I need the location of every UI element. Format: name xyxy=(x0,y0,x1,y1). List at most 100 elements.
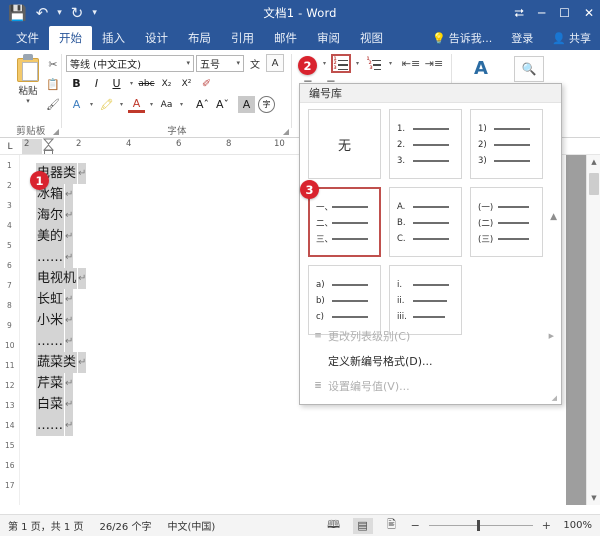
multilevel-list-chevron-down-icon[interactable]: ▾ xyxy=(387,60,394,67)
tab-stop-selector[interactable]: L xyxy=(0,138,20,155)
word-count-label[interactable]: 26/26 个字 xyxy=(99,518,151,533)
sign-in-button[interactable]: 登录 xyxy=(506,26,538,50)
numbering-upper-alpha-cell[interactable]: A. B. C. xyxy=(389,187,462,257)
paste-dropdown-arrow[interactable]: ▾ xyxy=(8,97,48,105)
tab-view[interactable]: 视图 xyxy=(350,26,393,50)
tab-references[interactable]: 引用 xyxy=(221,26,264,50)
define-new-number-format-item[interactable]: 定义新编号格式(D)... xyxy=(300,348,563,373)
font-color-chevron-down-icon[interactable]: ▾ xyxy=(148,101,155,108)
tab-mailings[interactable]: 邮件 xyxy=(264,26,307,50)
bold-button[interactable]: B xyxy=(68,75,85,92)
numbering-library-dropdown[interactable]: 编号库 无 1. 2. 3. 1) 2) 3) xyxy=(299,83,562,405)
zoom-level-label[interactable]: 100% xyxy=(560,520,592,531)
text-effects-chevron-down-icon[interactable]: ▾ xyxy=(88,101,95,108)
clipboard-dialog-launcher[interactable]: ◢ xyxy=(53,127,59,136)
superscript-button[interactable]: X² xyxy=(178,75,195,92)
zoom-slider-thumb[interactable] xyxy=(477,520,480,531)
phonetic-guide-icon[interactable]: 文 xyxy=(246,54,264,72)
cut-icon[interactable]: ✂ xyxy=(44,54,62,74)
change-list-level-item[interactable]: ≡ 更改列表级别(C) ▶ xyxy=(300,323,563,348)
tab-review[interactable]: 审阅 xyxy=(307,26,350,50)
zoom-out-button[interactable]: − xyxy=(411,519,420,532)
document-line[interactable]: ……↵ xyxy=(36,247,86,268)
font-dialog-launcher[interactable]: ◢ xyxy=(283,127,289,136)
document-line[interactable]: ……↵ xyxy=(36,331,86,352)
indent-markers[interactable] xyxy=(43,138,52,155)
numbering-arabic-paren-cell[interactable]: 1) 2) 3) xyxy=(470,109,543,179)
italic-button[interactable]: I xyxy=(88,75,105,92)
text-highlight-chevron-down-icon[interactable]: ▾ xyxy=(118,101,125,108)
tab-insert[interactable]: 插入 xyxy=(92,26,135,50)
document-text-block[interactable]: 电器类↵ 冰箱↵ 海尔↵ 美的↵ ……↵ 电视机↵ 长虹↵ 小米↵ ……↵ 蔬菜… xyxy=(36,163,86,436)
strikethrough-button[interactable]: abc xyxy=(138,75,155,92)
document-line[interactable]: 蔬菜类↵ xyxy=(36,352,86,373)
underline-button[interactable]: U xyxy=(108,75,125,92)
scroll-up-icon[interactable]: ▲ xyxy=(587,155,600,169)
tab-layout[interactable]: 布局 xyxy=(178,26,221,50)
font-size-chevron-down-icon[interactable]: ▾ xyxy=(236,59,240,67)
grow-font-icon[interactable]: Aˆ xyxy=(194,96,211,113)
tell-me-box[interactable]: 💡 告诉我... xyxy=(427,26,497,50)
set-numbering-value-item[interactable]: ≣ 设置编号值(V)... xyxy=(300,373,563,398)
shrink-font-icon[interactable]: Aˇ xyxy=(214,96,231,113)
tab-home[interactable]: 开始 xyxy=(49,26,92,50)
increase-indent-button[interactable]: ⇥≡ xyxy=(424,54,444,73)
character-shading-icon[interactable]: A xyxy=(238,96,255,113)
share-button[interactable]: 👤 共享 xyxy=(547,26,596,50)
document-line[interactable]: 芹菜↵ xyxy=(36,373,86,394)
bullets-chevron-down-icon[interactable]: ▾ xyxy=(321,60,328,67)
paste-button[interactable]: 粘贴 ▾ xyxy=(8,54,48,105)
document-line[interactable]: 海尔↵ xyxy=(36,205,86,226)
change-case-chevron-down-icon[interactable]: ▾ xyxy=(178,101,185,108)
numbering-none-cell[interactable]: 无 xyxy=(308,109,381,179)
gallery-scroll-up-icon[interactable]: ▲ xyxy=(550,212,557,222)
restore-icon[interactable]: ☐ xyxy=(559,7,570,19)
format-painter-icon[interactable]: 🖌 xyxy=(44,94,62,114)
zoom-in-button[interactable]: + xyxy=(542,519,551,532)
text-effects-icon[interactable]: A xyxy=(68,96,85,113)
text-effects-large-button[interactable]: A xyxy=(474,58,488,79)
document-vertical-scrollbar[interactable]: ▲ ▼ xyxy=(586,155,600,505)
font-name-chevron-down-icon[interactable]: ▾ xyxy=(186,59,190,67)
subscript-button[interactable]: X₂ xyxy=(158,75,175,92)
document-line[interactable]: 长虹↵ xyxy=(36,289,86,310)
zoom-slider[interactable] xyxy=(429,525,533,526)
multilevel-list-button[interactable]: 1 2 3 xyxy=(364,54,384,73)
underline-chevron-down-icon[interactable]: ▾ xyxy=(128,80,135,87)
find-button[interactable]: 🔍 xyxy=(514,56,544,82)
document-line[interactable]: 白菜↵ xyxy=(36,394,86,415)
change-case-icon[interactable]: Aa xyxy=(158,96,175,113)
close-icon[interactable]: ✕ xyxy=(584,7,594,19)
tab-file[interactable]: 文件 xyxy=(6,26,49,50)
font-size-combobox[interactable]: 五号 ▾ xyxy=(196,55,244,72)
numbering-button[interactable]: 1 2 3 xyxy=(331,54,351,73)
numbering-arabic-period-cell[interactable]: 1. 2. 3. xyxy=(389,109,462,179)
font-color-icon[interactable]: A xyxy=(128,96,145,113)
numbering-chevron-down-icon[interactable]: ▾ xyxy=(354,60,361,67)
document-line[interactable]: ……↵ xyxy=(36,415,86,436)
dropdown-resize-grip[interactable]: ◢ xyxy=(552,394,557,402)
tab-design[interactable]: 设计 xyxy=(135,26,178,50)
ribbon-display-options-icon[interactable]: ⮂ xyxy=(514,7,524,19)
numbering-chinese-comma-cell[interactable]: 一、 二、 三、 xyxy=(308,187,381,257)
minimize-icon[interactable]: ─ xyxy=(538,7,545,19)
scroll-down-icon[interactable]: ▼ xyxy=(587,491,600,505)
enclose-characters-icon[interactable]: 字 xyxy=(258,96,275,113)
copy-icon[interactable]: 📋 xyxy=(44,74,62,94)
web-layout-view-icon[interactable]: 🖹 xyxy=(382,518,402,534)
decrease-indent-button[interactable]: ⇤≡ xyxy=(401,54,421,73)
character-border-icon[interactable]: A xyxy=(266,54,284,72)
document-line[interactable]: 小米↵ xyxy=(36,310,86,331)
clear-formatting-icon[interactable]: ✐ xyxy=(198,75,215,92)
document-line[interactable]: 电视机↵ xyxy=(36,268,86,289)
read-mode-view-icon[interactable]: 🕮 xyxy=(324,518,344,534)
text-highlight-icon[interactable]: 🖍 xyxy=(98,96,115,113)
font-name-combobox[interactable]: 等线 (中文正文) ▾ xyxy=(66,55,194,72)
print-layout-view-icon[interactable]: ▤ xyxy=(353,518,373,534)
numbering-chinese-paren-cell[interactable]: (一) (二) (三) xyxy=(470,187,543,257)
vertical-ruler[interactable]: 1 2 3 4 5 6 7 8 9 10 11 12 13 14 15 16 1… xyxy=(0,155,20,505)
document-line[interactable]: 美的↵ xyxy=(36,226,86,247)
page-info-label[interactable]: 第 1 页，共 1 页 xyxy=(8,518,83,533)
find-box[interactable]: 🔍 xyxy=(514,56,544,82)
language-label[interactable]: 中文(中国) xyxy=(167,518,215,533)
